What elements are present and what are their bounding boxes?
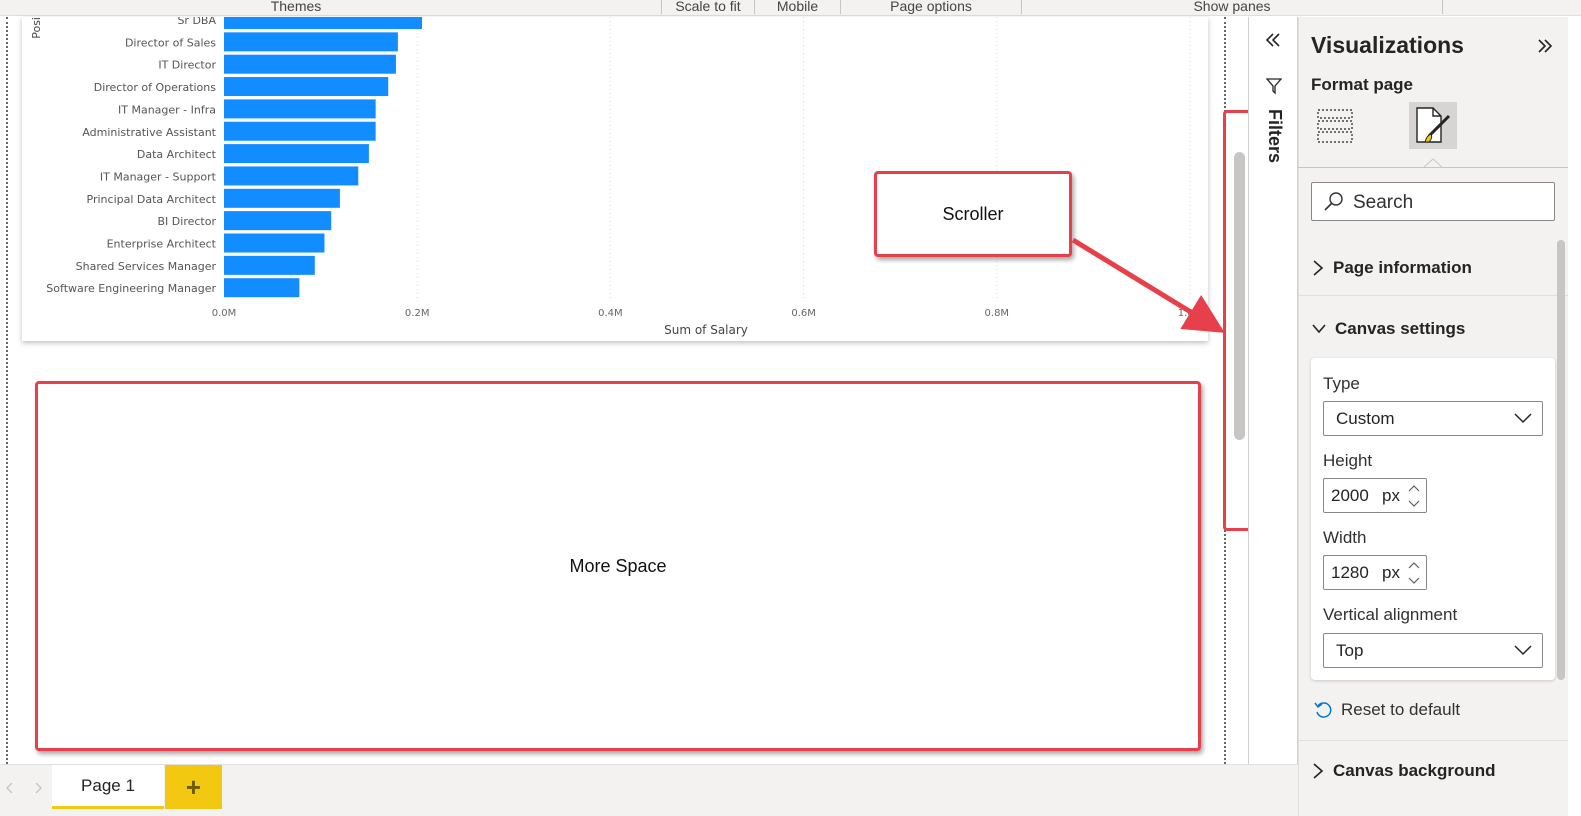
chevron-down-icon	[1514, 645, 1532, 656]
filter-icon	[1266, 78, 1282, 95]
vertical-alignment-label: Vertical alignment	[1323, 605, 1458, 624]
expand-filters-icon[interactable]	[1263, 30, 1283, 50]
ribbon-separator	[1442, 0, 1443, 14]
category-label: IT Manager - Support	[100, 170, 217, 183]
format-visual-tab[interactable]	[1409, 102, 1457, 149]
search-icon	[1324, 192, 1343, 211]
height-label: Height	[1323, 451, 1373, 470]
type-dropdown[interactable]: Custom	[1323, 401, 1543, 436]
page-information-section[interactable]: Page information	[1311, 258, 1472, 278]
chevron-right-icon	[1313, 763, 1324, 779]
canvas-background-section[interactable]: Canvas background	[1311, 761, 1496, 781]
x-axis-title: Sum of Salary	[664, 323, 748, 337]
category-label: Principal Data Architect	[87, 193, 217, 206]
x-tick-label: 1.0M	[1178, 308, 1203, 319]
section-divider	[1298, 295, 1568, 296]
ribbon-group-labels: Themes Scale to fit Mobile Page options …	[0, 0, 1581, 16]
more-space-callout: More Space	[35, 381, 1201, 751]
page-information-label: Page information	[1333, 258, 1472, 277]
category-label: Sr DBA	[177, 17, 216, 27]
height-value: 2000	[1331, 486, 1369, 505]
format-page-subtitle: Format page	[1311, 75, 1414, 94]
width-stepper[interactable]: 1280 px	[1323, 555, 1427, 590]
bar[interactable]	[224, 188, 340, 208]
canvas-settings-section[interactable]: Canvas settings	[1311, 319, 1465, 339]
width-label: Width	[1323, 528, 1367, 547]
category-label: BI Director	[158, 215, 217, 228]
stepper-arrows-icon[interactable]	[1406, 558, 1422, 588]
category-label: Director of Sales	[125, 36, 216, 49]
bar[interactable]	[224, 278, 300, 298]
chevron-down-icon	[1514, 413, 1532, 424]
page-nav-arrows-icon[interactable]	[4, 781, 44, 795]
width-unit: px	[1382, 563, 1400, 582]
collapse-visualizations-icon[interactable]	[1535, 36, 1555, 56]
bar[interactable]	[224, 211, 332, 231]
pane-scrollbar[interactable]	[1557, 240, 1565, 680]
x-tick-label: 0.4M	[598, 308, 623, 319]
bar[interactable]	[224, 144, 369, 164]
bar[interactable]	[224, 166, 359, 186]
reset-icon	[1314, 702, 1332, 718]
search-placeholder: Search	[1353, 192, 1414, 213]
page-tab-page1[interactable]: Page 1	[52, 765, 164, 809]
category-label: Software Engineering Manager	[46, 282, 216, 295]
page-tab-bar: Page 1 +	[0, 764, 1298, 816]
scroller-callout: Scroller	[874, 171, 1072, 257]
canvas-background-label: Canvas background	[1333, 761, 1496, 780]
y-axis-title: Posi	[30, 17, 43, 39]
canvas-border-left	[6, 17, 8, 764]
bar[interactable]	[224, 54, 396, 74]
build-visual-icon[interactable]	[1316, 108, 1356, 146]
type-label: Type	[1323, 374, 1360, 393]
x-tick-label: 0.2M	[405, 308, 430, 319]
section-divider	[1298, 740, 1568, 741]
visualizations-title: Visualizations	[1311, 32, 1464, 58]
ribbon-group-page-options: Page options	[890, 0, 972, 14]
vertical-alignment-dropdown[interactable]: Top	[1323, 633, 1543, 668]
width-value: 1280	[1331, 563, 1369, 582]
chevron-down-icon	[1312, 324, 1326, 334]
ribbon-group-show-panes: Show panes	[1193, 0, 1271, 14]
bar[interactable]	[224, 77, 389, 97]
category-label: IT Director	[158, 59, 216, 72]
type-value: Custom	[1336, 408, 1395, 428]
scroller-label: Scroller	[942, 203, 1004, 224]
category-label: Shared Services Manager	[76, 260, 217, 273]
add-page-button[interactable]: +	[165, 765, 222, 809]
bar[interactable]	[224, 32, 398, 52]
active-tab-caret	[1424, 158, 1442, 168]
search-input[interactable]: Search	[1311, 182, 1555, 221]
chevron-right-icon	[1313, 260, 1324, 276]
ribbon-group-themes: Themes	[270, 0, 322, 14]
category-label: Administrative Assistant	[82, 126, 216, 139]
bar[interactable]	[224, 17, 423, 29]
x-tick-label: 0.8M	[985, 308, 1010, 319]
report-canvas[interactable]: Sr DBA Director of Sales IT Director Direct…	[0, 17, 1228, 764]
height-stepper[interactable]: 2000 px	[1323, 478, 1427, 513]
ribbon-group-scale-to-fit: Scale to fit	[675, 0, 741, 14]
reset-label: Reset to default	[1341, 700, 1461, 719]
bar[interactable]	[224, 255, 315, 275]
x-tick-label: 0.6M	[791, 308, 816, 319]
format-paintbrush-icon	[1416, 107, 1451, 143]
category-label: Director of Operations	[94, 81, 217, 94]
category-label: Data Architect	[137, 148, 217, 161]
bar[interactable]	[224, 121, 376, 141]
height-unit: px	[1382, 486, 1400, 505]
category-label: IT Manager - Infra	[118, 103, 216, 116]
stepper-arrows-icon[interactable]	[1406, 481, 1422, 511]
filters-label[interactable]: Filters	[1264, 109, 1285, 163]
vertical-alignment-value: Top	[1336, 640, 1364, 660]
reset-to-default-button[interactable]: Reset to default	[1313, 700, 1460, 720]
category-label: Enterprise Architect	[107, 238, 217, 251]
bar[interactable]	[224, 233, 325, 253]
ribbon-group-mobile: Mobile	[776, 0, 819, 14]
filters-pane-collapsed[interactable]: Filters	[1249, 17, 1298, 764]
bar[interactable]	[224, 99, 376, 119]
more-space-label: More Space	[569, 555, 667, 576]
canvas-settings-label: Canvas settings	[1335, 319, 1466, 338]
x-tick-label: 0.0M	[212, 308, 237, 319]
